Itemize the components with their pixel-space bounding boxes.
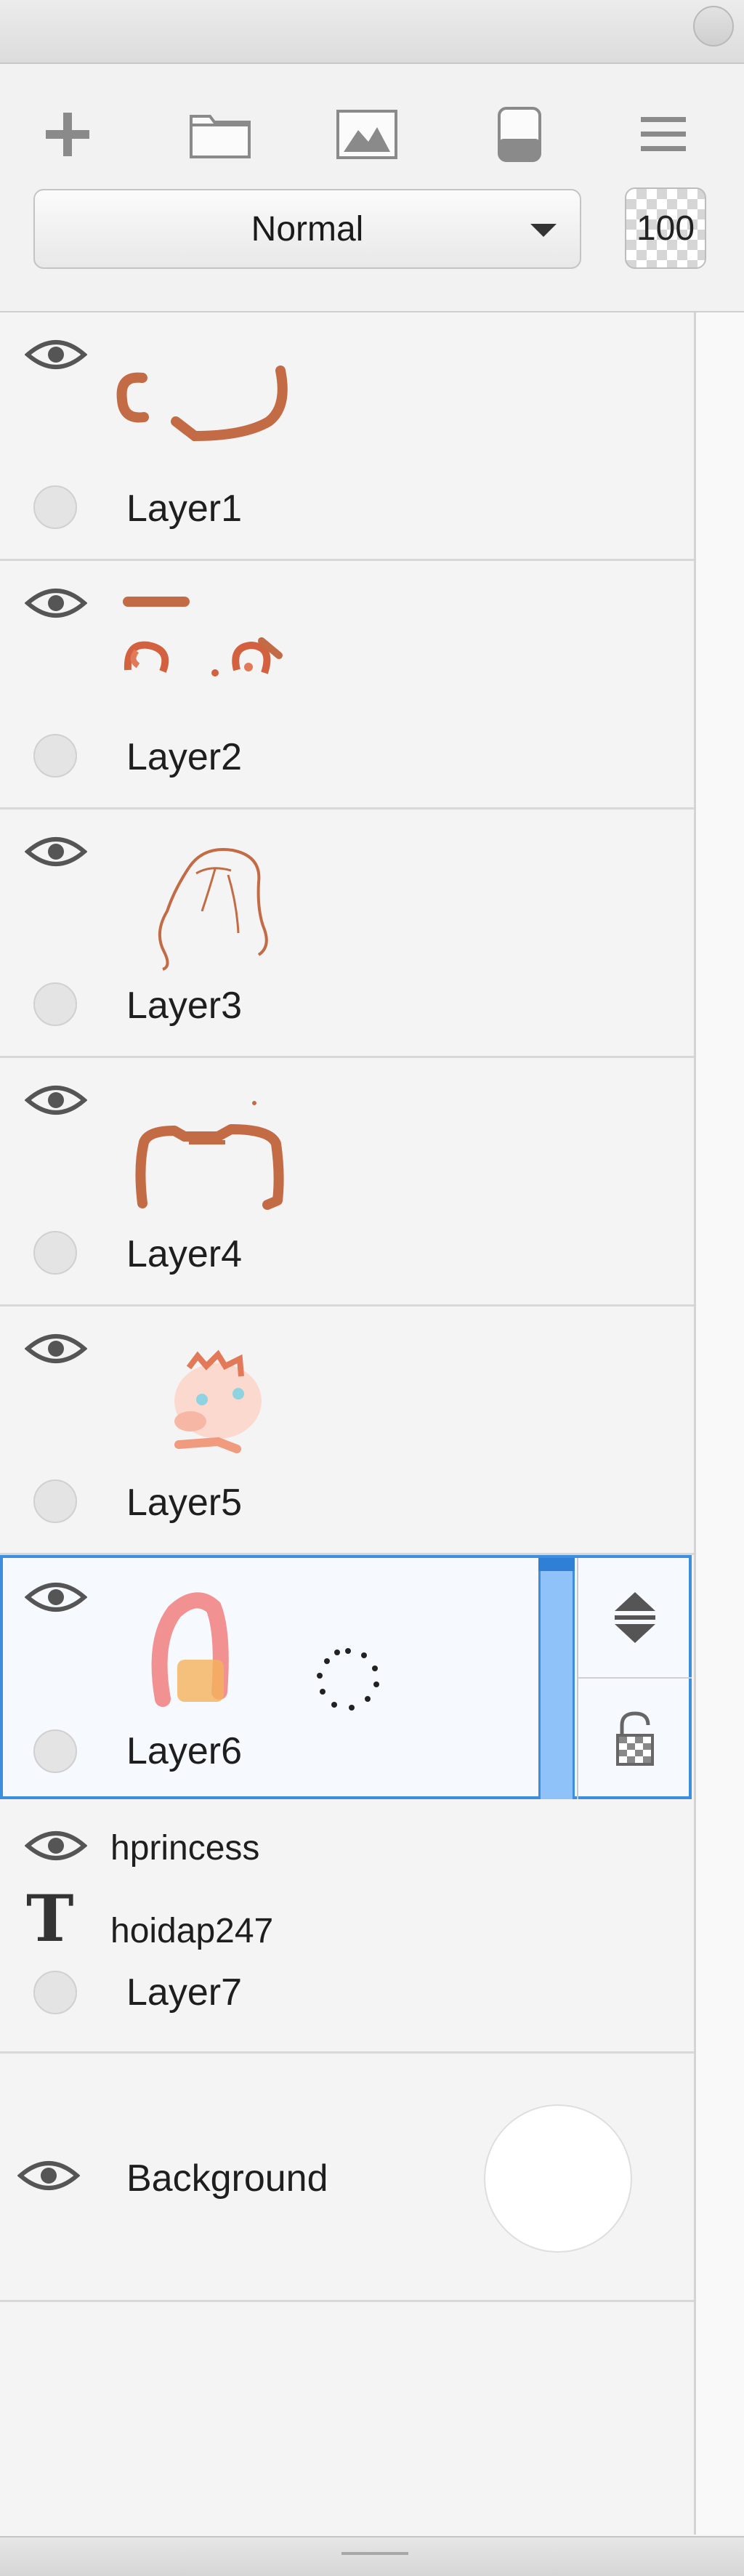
image-icon	[336, 110, 397, 159]
sublayer-name: hprincess	[110, 1829, 260, 1868]
layer-name: Layer3	[126, 985, 242, 1027]
close-button[interactable]	[693, 6, 734, 47]
layer-row-1[interactable]: Layer1	[0, 312, 694, 561]
background-color-swatch[interactable]	[484, 2104, 632, 2253]
layer-select-radio[interactable]	[33, 485, 77, 529]
layer-thumbnail	[116, 366, 288, 442]
layer-select-radio[interactable]	[33, 1971, 77, 2014]
opacity-field[interactable]: 100	[625, 187, 706, 269]
loading-icon	[317, 1648, 379, 1711]
right-scroll-strip[interactable]	[696, 312, 744, 2535]
layer-thumbnail	[123, 597, 283, 677]
layer-thumbnail	[135, 1101, 284, 1210]
layer-name: Layer1	[126, 488, 242, 530]
eye-icon[interactable]	[25, 583, 87, 623]
layer-name: Layer6	[126, 1730, 242, 1772]
layer-row-2[interactable]: Layer2	[0, 561, 694, 809]
eye-icon[interactable]	[25, 1328, 87, 1369]
opacity-value: 100	[636, 209, 695, 248]
eye-icon[interactable]	[25, 831, 87, 872]
layer-name: Layer4	[126, 1233, 242, 1275]
layers-toolbar: Normal 100	[0, 64, 744, 312]
layer-name: Background	[126, 2157, 328, 2200]
background-layer-row[interactable]: Background	[0, 2054, 694, 2302]
layer-row-5[interactable]: Layer5	[0, 1307, 694, 1555]
layer-thumbnail	[174, 1349, 262, 1453]
blend-mode-select[interactable]: Normal	[33, 189, 581, 269]
layer-select-radio[interactable]	[33, 1729, 77, 1773]
layer-name: Layer7	[126, 1971, 242, 2014]
eye-icon[interactable]	[25, 334, 87, 375]
clipping-button[interactable]	[487, 102, 552, 167]
layer-thumbnail	[151, 1592, 229, 1707]
layer-name: Layer5	[126, 1482, 242, 1524]
layer-row-4[interactable]: Layer4	[0, 1058, 694, 1307]
lock-layer-button[interactable]	[577, 1679, 692, 1799]
layers-list: Layer1 Layer2 Layer3 Layer4 Layer5 Layer…	[0, 312, 694, 2535]
text-layer-name: hoidap247	[110, 1912, 274, 1950]
eye-icon[interactable]	[25, 1577, 87, 1618]
layer-thumbnail	[158, 848, 268, 971]
opacity-slider[interactable]	[538, 1558, 575, 1799]
add-image-button[interactable]	[334, 102, 400, 167]
plus-icon	[46, 113, 89, 156]
menu-icon	[641, 117, 686, 151]
layer-menu-button[interactable]	[631, 102, 696, 167]
panel-titlebar	[0, 0, 744, 64]
folder-icon	[190, 115, 251, 158]
layer-select-radio[interactable]	[33, 982, 77, 1026]
eye-icon[interactable]	[25, 1825, 87, 1866]
text-layer-icon: T	[26, 1881, 74, 1956]
slider-handle[interactable]	[538, 1558, 575, 1571]
blend-mode-value: Normal	[251, 209, 364, 249]
panel-bottom-bar	[0, 2536, 744, 2576]
layer-select-radio[interactable]	[33, 734, 77, 778]
layer-select-radio[interactable]	[33, 1479, 77, 1523]
layer-row-6-selected[interactable]: Layer6	[0, 1555, 692, 1799]
clipping-icon	[498, 107, 541, 162]
chevron-down-icon	[530, 224, 557, 237]
resize-grip-icon[interactable]	[341, 2552, 408, 2555]
eye-icon[interactable]	[25, 1080, 87, 1121]
add-layer-button[interactable]	[35, 102, 100, 167]
layer-select-radio[interactable]	[33, 1231, 77, 1275]
eye-icon[interactable]	[17, 2155, 80, 2196]
layer-row-7[interactable]: hprincess T hoidap247 Layer7	[0, 1806, 694, 2054]
layer-name: Layer2	[126, 736, 242, 778]
layer-row-3[interactable]: Layer3	[0, 809, 694, 1058]
move-layer-button[interactable]	[577, 1558, 692, 1679]
new-folder-button[interactable]	[187, 102, 253, 167]
move-icon	[615, 1592, 655, 1643]
lock-open-icon	[616, 1711, 654, 1766]
